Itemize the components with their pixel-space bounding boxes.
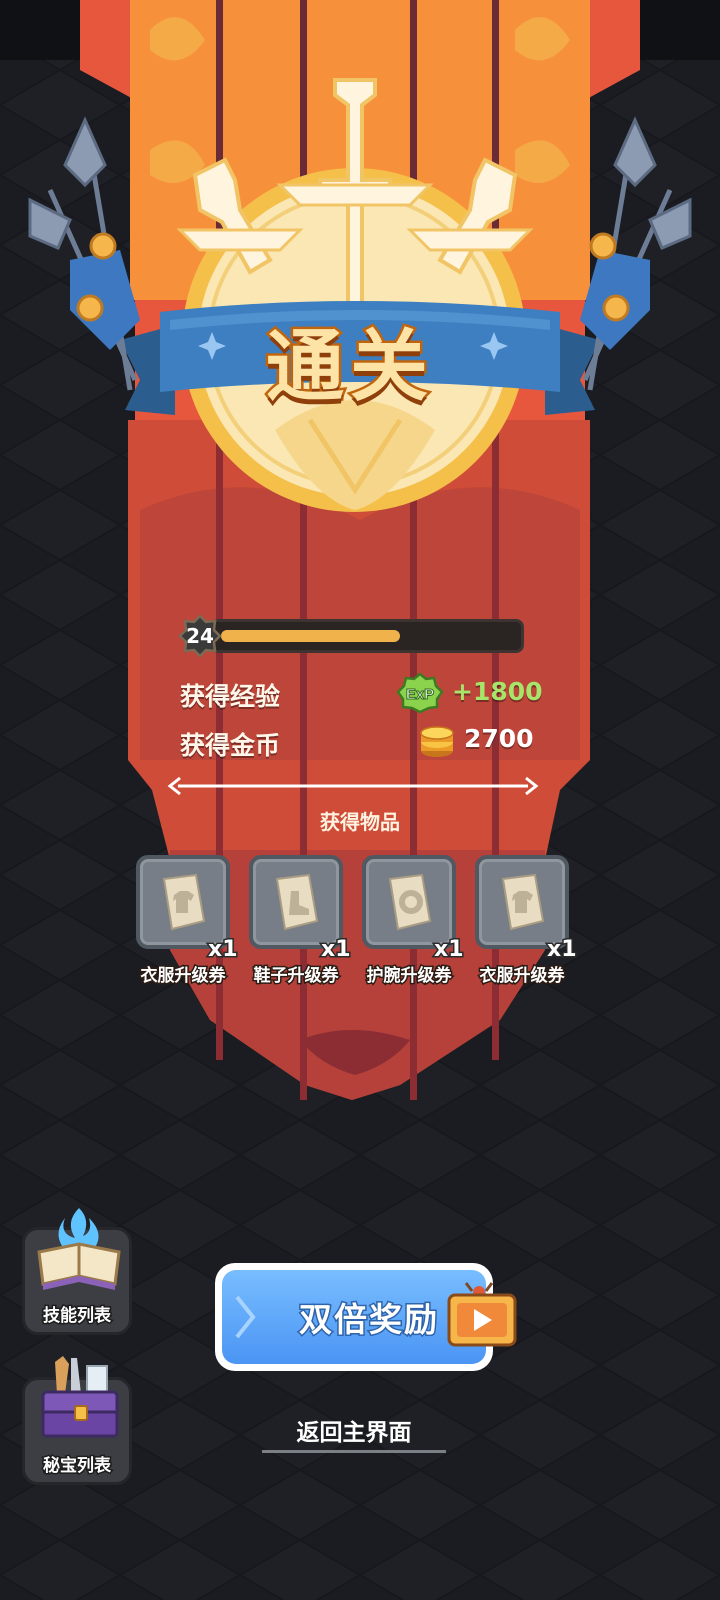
item-slot-3[interactable] — [362, 855, 456, 949]
exp-progress-fill — [221, 630, 400, 642]
video-ad-icon — [447, 1282, 517, 1347]
gold-label: 获得金币 — [180, 731, 281, 760]
skill-list-button[interactable]: 技能列表 — [22, 1208, 132, 1335]
item-slot-4[interactable] — [475, 855, 569, 949]
item-qty: x1 — [207, 936, 239, 964]
gold-value: 2700 — [464, 724, 534, 753]
item-name: 鞋子升级券 — [252, 965, 340, 988]
clothes-coupon-icon — [162, 873, 206, 931]
bracer-coupon-icon — [388, 873, 432, 931]
exp-value: +1800 — [452, 677, 543, 706]
exp-label: 获得经验 — [180, 682, 281, 711]
item-qty: x1 — [546, 936, 578, 964]
item-qty: x1 — [433, 936, 465, 964]
treasure-list-label: 秘宝列表 — [42, 1455, 113, 1478]
clothes-coupon-icon — [501, 873, 545, 931]
svg-text:ExP: ExP — [406, 686, 434, 703]
item-name: 护腕升级券 — [365, 965, 453, 988]
treasure-chest-icon — [41, 1356, 119, 1438]
return-main-button[interactable]: 返回主界面 — [262, 1413, 446, 1447]
exp-progress-bar — [210, 619, 524, 653]
item-slot-1[interactable] — [136, 855, 230, 949]
shoes-coupon-icon — [275, 873, 319, 931]
item-name: 衣服升级券 — [139, 965, 227, 988]
level-number: 24 — [186, 624, 214, 648]
spellbook-icon — [37, 1208, 121, 1290]
exp-icon: ExP — [396, 672, 444, 714]
item-slot-2[interactable] — [249, 855, 343, 949]
return-underline — [262, 1450, 446, 1453]
item-qty: x1 — [320, 936, 352, 964]
treasure-list-button[interactable]: 秘宝列表 — [22, 1356, 132, 1485]
gold-coin-icon — [420, 726, 454, 757]
items-title: 获得物品 — [320, 810, 400, 834]
item-name: 衣服升级券 — [478, 965, 566, 988]
stage-clear-title: 通关 — [263, 320, 434, 415]
skill-list-label: 技能列表 — [42, 1305, 113, 1328]
